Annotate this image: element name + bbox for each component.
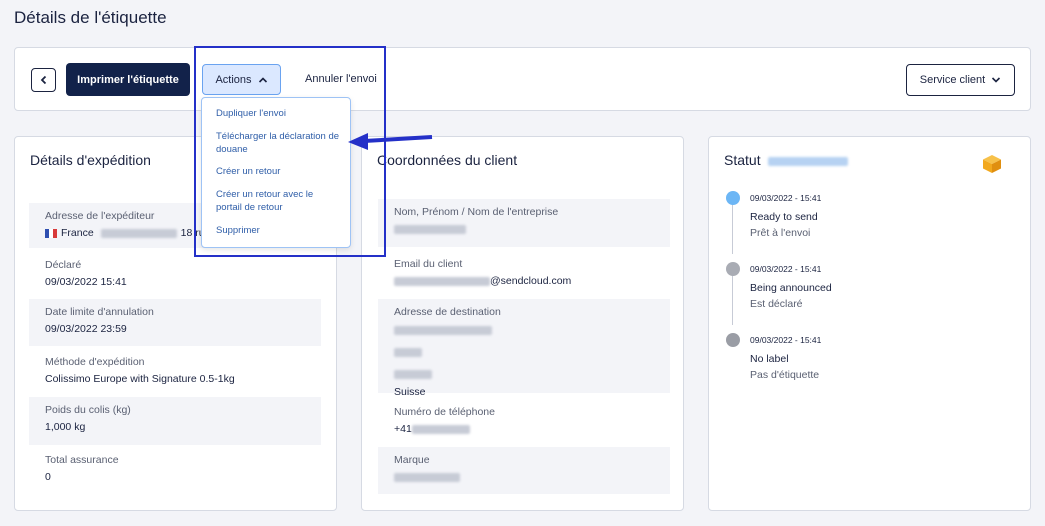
brand-value	[394, 470, 654, 484]
destination-country: Suisse	[394, 386, 426, 398]
shipping-method-field: Méthode d'expédition Colissimo Europe wi…	[29, 349, 321, 394]
actions-button[interactable]: Actions	[202, 64, 281, 95]
customer-details-card: Coordonnées du client Nom, Prénom / Nom …	[361, 136, 684, 511]
status-label: Being announced	[750, 282, 832, 294]
customer-name-label: Nom, Prénom / Nom de l'entreprise	[394, 206, 559, 218]
brand-field: Marque	[378, 447, 670, 494]
sender-country: France	[61, 227, 94, 239]
shipping-method-value: Colissimo Europe with Signature 0.5-1kg	[45, 373, 235, 385]
redacted-tracking	[768, 156, 849, 166]
customer-service-label: Service client	[919, 74, 986, 86]
insurance-label: Total assurance	[45, 454, 119, 466]
brand-label: Marque	[394, 454, 430, 466]
destination-address-value: Suisse	[394, 323, 654, 399]
destination-address-field: Adresse de destination Suisse	[378, 299, 670, 398]
customer-service-button[interactable]: Service client	[906, 64, 1015, 96]
status-dot	[726, 191, 740, 205]
parcel-weight-label: Poids du colis (kg)	[45, 404, 131, 416]
redacted-text	[394, 369, 432, 379]
chevron-left-icon	[40, 75, 46, 85]
phone-label: Numéro de téléphone	[394, 406, 495, 418]
cancel-deadline-value: 09/03/2022 23:59	[45, 323, 127, 335]
chevron-up-icon	[258, 76, 267, 83]
cancel-shipment-link[interactable]: Annuler l'envoi	[305, 73, 377, 85]
customer-email-field: Email du client @sendcloud.com	[378, 251, 670, 296]
actions-dropdown-menu: Dupliquer l'envoi Télécharger la déclara…	[201, 97, 351, 248]
shipment-details-title: Détails d'expédition	[30, 152, 151, 168]
cancel-deadline-label: Date limite d'annulation	[45, 306, 154, 318]
timeline-connector	[732, 275, 733, 325]
redacted-text	[394, 472, 460, 482]
customer-name-field: Nom, Prénom / Nom de l'entreprise	[378, 199, 670, 247]
status-card: Statut 09/03/2022 - 15:41 Ready to send …	[708, 136, 1031, 511]
customer-name-value	[394, 222, 654, 236]
redacted-text	[394, 276, 490, 286]
status-sublabel: Pas d'étiquette	[750, 369, 820, 381]
package-icon	[983, 155, 1001, 173]
insurance-field: Total assurance 0	[29, 447, 321, 492]
redacted-text	[411, 424, 470, 434]
chevron-down-icon	[992, 77, 1001, 83]
status-title-text: Statut	[724, 152, 761, 168]
status-dot	[726, 262, 740, 276]
announced-label: Déclaré	[45, 259, 82, 271]
status-label: No label	[750, 353, 789, 365]
status-dot	[726, 333, 740, 347]
menu-item-return-portal[interactable]: Créer un retour avec le portail de retou…	[216, 189, 341, 214]
annotation-arrow-icon	[348, 133, 433, 150]
status-title: Statut	[724, 152, 849, 168]
customer-email-domain: @sendcloud.com	[490, 275, 572, 287]
timeline-connector	[732, 204, 733, 254]
destination-address-label: Adresse de destination	[394, 306, 501, 318]
phone-prefix: +41	[394, 423, 412, 435]
toolbar: Imprimer l'étiquette Actions Annuler l'e…	[14, 47, 1031, 111]
phone-field: Numéro de téléphone +41	[378, 399, 670, 444]
customer-details-title: Coordonnées du client	[377, 152, 518, 168]
parcel-weight-field: Poids du colis (kg) 1,000 kg	[29, 397, 321, 445]
redacted-text	[394, 224, 466, 234]
redacted-text	[100, 228, 177, 238]
status-time: 09/03/2022 - 15:41	[750, 193, 822, 203]
print-label-button[interactable]: Imprimer l'étiquette	[66, 63, 190, 96]
cancel-deadline-field: Date limite d'annulation 09/03/2022 23:5…	[29, 299, 321, 346]
announced-field: Déclaré 09/03/2022 15:41	[29, 252, 321, 297]
status-label: Ready to send	[750, 211, 818, 223]
shipping-method-label: Méthode d'expédition	[45, 356, 145, 368]
actions-button-label: Actions	[215, 73, 252, 86]
parcel-weight-value: 1,000 kg	[45, 421, 86, 433]
france-flag-icon	[45, 228, 57, 238]
status-sublabel: Prêt à l'envoi	[750, 227, 811, 239]
status-time: 09/03/2022 - 15:41	[750, 264, 822, 274]
announced-value: 09/03/2022 15:41	[45, 276, 127, 288]
page-title: Détails de l'étiquette	[14, 8, 167, 27]
status-time: 09/03/2022 - 15:41	[750, 335, 822, 345]
customer-email-label: Email du client	[394, 258, 463, 270]
phone-value: +41	[394, 422, 654, 436]
status-sublabel: Est déclaré	[750, 298, 803, 310]
redacted-text	[394, 325, 492, 335]
back-button[interactable]	[31, 68, 56, 92]
menu-item-delete[interactable]: Supprimer	[216, 225, 341, 238]
menu-item-duplicate[interactable]: Dupliquer l'envoi	[216, 108, 341, 121]
menu-item-create-return[interactable]: Créer un retour	[216, 166, 341, 179]
customer-email-value: @sendcloud.com	[394, 274, 654, 288]
redacted-text	[394, 347, 422, 357]
insurance-value: 0	[45, 471, 51, 483]
menu-item-download-customs[interactable]: Télécharger la déclaration de douane	[216, 131, 341, 156]
